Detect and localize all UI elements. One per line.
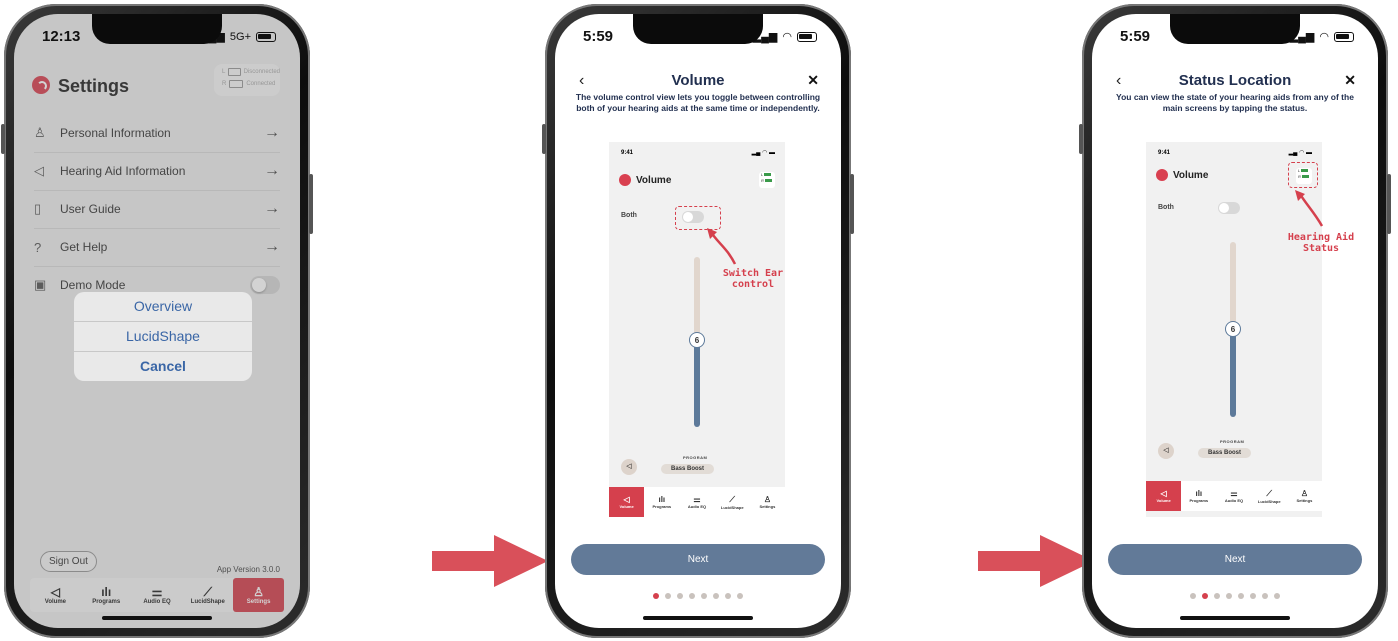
page-dot [1238, 593, 1244, 599]
volume-knob: 6 [1225, 321, 1241, 337]
preview-status-badge: L R [759, 172, 775, 188]
page-dot [653, 593, 659, 599]
page-dot [701, 593, 707, 599]
preview-tab-programs: ılı Programs [652, 495, 672, 509]
wifi-icon: ◠ [1319, 31, 1329, 43]
preview-toggle [1218, 202, 1240, 214]
status-highlight [1288, 162, 1318, 188]
preview-tab-bar: ◁ Volume ılı Programs ⚌ Audio EQ ⟋ LucidShap… [609, 487, 785, 517]
toggle-highlight [675, 206, 721, 230]
preview-tab-audio-eq: ⚌ Audio EQ [1224, 489, 1244, 503]
preview-tab-settings: ♙ Settings [1296, 489, 1313, 503]
program-label: PROGRAM [1220, 439, 1245, 444]
preview-both-label: Both [1158, 204, 1174, 211]
preview-both-label: Both [621, 212, 637, 219]
close-icon[interactable]: ✕ [1344, 72, 1356, 89]
switch-ear-annotation: Switch Ear control [722, 268, 784, 290]
page-dot [1202, 593, 1208, 599]
phone-status-tutorial: 5:59 ▂▄▆ ◠ ‹ Status Location ✕ You can vi… [1079, 4, 1391, 638]
preview-clock: 9:41 [621, 150, 634, 156]
preview-title: Volume [1173, 170, 1209, 181]
preview-tab-lucidshape: ⟋ LucidShape [720, 494, 744, 510]
battery-icon [797, 31, 817, 42]
preview-tab-audio-eq: ⚌ Audio EQ [687, 495, 707, 509]
home-indicator [643, 616, 753, 620]
settings-screen: 12:13 ▂▄▆5G+ Settings LDisconnected RCon… [14, 14, 300, 628]
page-dot [677, 593, 683, 599]
page-indicator [555, 593, 841, 599]
page-dot [1190, 593, 1196, 599]
action-sheet: Overview LucidShape Cancel [74, 292, 252, 381]
network-label: 5G+ [229, 30, 251, 43]
preview-left-label: L [761, 172, 764, 177]
page-dot [665, 593, 671, 599]
arrow-right-icon [978, 535, 1094, 587]
volume-track-lower [1230, 327, 1236, 417]
app-logo-icon [1156, 169, 1168, 181]
home-indicator [1180, 616, 1290, 620]
volume-track-lower [694, 337, 700, 427]
volume-knob: 6 [689, 332, 705, 348]
preview-status-icons: ▂▄ ◠ ▬ [1288, 150, 1312, 156]
clock: 5:59 [1120, 28, 1151, 45]
preview-status-icons: ▂▄ ◠ ▬ [751, 150, 775, 156]
volume-track-upper [694, 257, 700, 337]
hearing-aid-status-annotation: Hearing Aid Status [1287, 232, 1355, 254]
tutorial-title: Status Location [1178, 72, 1292, 89]
page-dot [725, 593, 731, 599]
preview-tab-volume: ◁ Volume [609, 487, 645, 517]
phone-volume-tutorial: 5:59 ▂▄▆ ◠ ‹ Volume ✕ The volume control … [542, 4, 854, 638]
preview-right-label: R [761, 178, 764, 183]
next-button[interactable]: Next [1108, 544, 1362, 575]
phone-settings: 12:13 ▂▄▆5G+ Settings LDisconnected RCon… [1, 4, 313, 638]
lucidshape-option[interactable]: LucidShape [74, 322, 252, 352]
page-dot [1274, 593, 1280, 599]
page-dot [1214, 593, 1220, 599]
volume-screen-preview: 9:41 ▂▄ ◠ ▬ Volume L R Both 6 PROGRAM ◁ … [609, 142, 785, 517]
curved-arrow-icon [707, 228, 737, 265]
page-dot [737, 593, 743, 599]
program-pill: Bass Boost [661, 464, 715, 474]
overview-option[interactable]: Overview [74, 292, 252, 322]
battery-icon [1334, 31, 1354, 42]
program-label: PROGRAM [683, 455, 708, 460]
clock: 5:59 [583, 28, 614, 45]
notch [633, 14, 763, 44]
volume-track-upper [1230, 242, 1236, 327]
cancel-option[interactable]: Cancel [74, 352, 252, 381]
speaker-icon: ◁ [1158, 443, 1174, 459]
preview-tab-settings: ♙ Settings [759, 495, 776, 509]
program-pill: Bass Boost [1198, 448, 1252, 458]
next-button[interactable]: Next [571, 544, 825, 575]
preview-tab-volume: ◁ Volume [1146, 481, 1182, 511]
preview-title: Volume [636, 175, 672, 186]
clock: 12:13 [42, 28, 81, 45]
page-dot [1262, 593, 1268, 599]
curved-arrow-icon [1295, 190, 1324, 227]
notch [1170, 14, 1300, 44]
status-tutorial-screen: 5:59 ▂▄▆ ◠ ‹ Status Location ✕ You can vi… [1092, 14, 1378, 628]
page-indicator [1092, 593, 1378, 599]
speaker-icon: ◁ [621, 459, 637, 475]
preview-clock: 9:41 [1158, 150, 1171, 156]
arrow-right-icon [432, 535, 548, 587]
preview-tab-programs: ılı Programs [1189, 489, 1209, 503]
tutorial-description: You can view the state of your hearing a… [1116, 92, 1354, 113]
page-dot [1250, 593, 1256, 599]
preview-tab-bar: ◁ Volume ılı Programs ⚌ Audio EQ ⟋ LucidShap… [1146, 481, 1322, 511]
notch [92, 14, 222, 44]
page-dot [713, 593, 719, 599]
volume-tutorial-screen: 5:59 ▂▄▆ ◠ ‹ Volume ✕ The volume control … [555, 14, 841, 628]
wifi-icon: ◠ [782, 31, 792, 43]
tutorial-title: Volume [671, 72, 725, 89]
home-indicator [102, 616, 212, 620]
page-dot [1226, 593, 1232, 599]
preview-tab-lucidshape: ⟋ LucidShape [1257, 488, 1281, 504]
close-icon[interactable]: ✕ [807, 72, 819, 89]
battery-icon [256, 31, 276, 42]
app-logo-icon [619, 174, 631, 186]
page-dot [689, 593, 695, 599]
tutorial-description: The volume control view lets you toggle … [575, 92, 821, 113]
